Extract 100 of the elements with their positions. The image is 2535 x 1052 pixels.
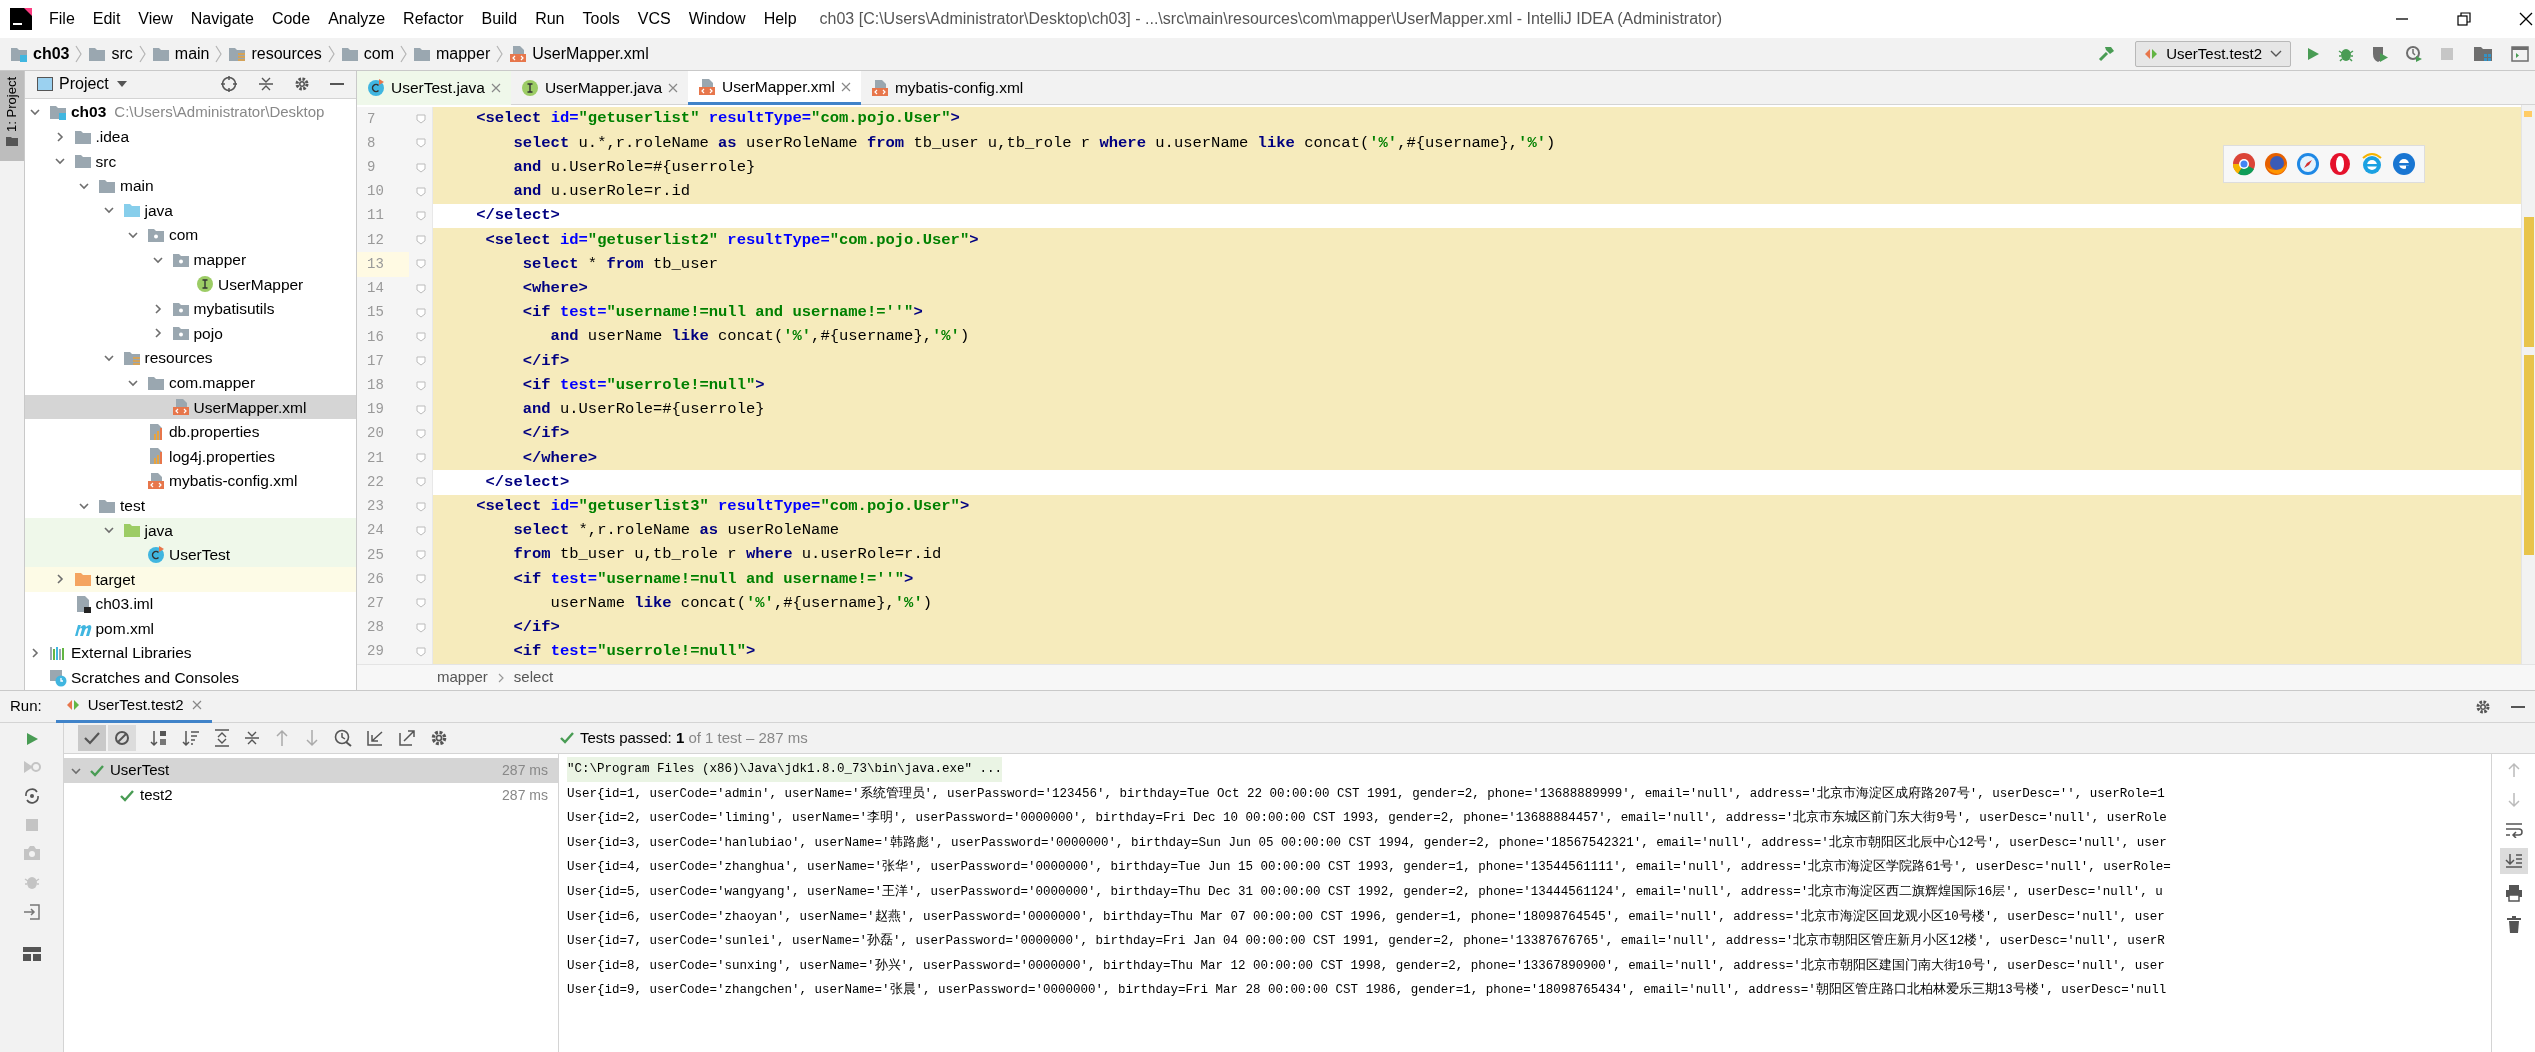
tree-item[interactable]: src [25, 148, 356, 174]
run-icon[interactable] [2305, 46, 2321, 62]
fold-marker-icon[interactable] [415, 332, 426, 343]
breadcrumb-item[interactable]: ch03 [33, 42, 70, 66]
fold-marker-icon[interactable] [415, 259, 426, 270]
tree-item[interactable]: log4j.properties [25, 444, 356, 469]
print-icon[interactable] [2504, 884, 2523, 902]
tree-item[interactable]: pojo [25, 321, 356, 346]
editor-tab[interactable]: mybatis-config.xml [860, 71, 1034, 105]
import-icon[interactable] [366, 729, 384, 747]
fold-marker-icon[interactable] [415, 211, 426, 221]
breadcrumb-item[interactable]: mapper [437, 666, 488, 689]
exit-icon[interactable] [22, 903, 41, 921]
menu-item[interactable]: VCS [628, 7, 680, 31]
tree-item[interactable]: java [25, 517, 356, 543]
run-tab[interactable]: UserTest.test2 [55, 690, 212, 723]
expanded-chevron-icon[interactable] [102, 352, 115, 364]
menu-item[interactable]: Run [526, 7, 574, 31]
locate-icon[interactable] [220, 75, 238, 94]
tree-item[interactable]: pom.xml [25, 616, 356, 641]
fold-marker-icon[interactable] [415, 646, 426, 657]
export-icon[interactable] [398, 729, 416, 747]
menu-item[interactable]: Window [679, 7, 755, 31]
browser-icon[interactable] [2296, 152, 2320, 176]
fold-marker-icon[interactable] [415, 380, 426, 391]
breadcrumb-item[interactable]: mapper [435, 42, 491, 66]
fold-marker-icon[interactable] [415, 598, 426, 609]
fold-marker-icon[interactable] [415, 114, 426, 125]
browser-icon[interactable] [2392, 152, 2416, 176]
scroll-to-end-toggle[interactable] [2499, 848, 2528, 874]
coverage-icon[interactable] [2371, 45, 2389, 63]
menu-item[interactable]: View [129, 7, 182, 31]
tree-item[interactable]: com [25, 222, 356, 248]
toggle-auto-test-icon[interactable] [22, 787, 41, 805]
project-tool-window-button[interactable]: 1: Project [0, 71, 24, 161]
collapse-all-icon[interactable] [244, 729, 260, 747]
menu-item[interactable]: Build [472, 7, 527, 31]
project-structure-icon[interactable] [2473, 45, 2493, 63]
history-icon[interactable] [334, 729, 352, 747]
tree-item[interactable]: External Libraries [25, 640, 356, 666]
trash-icon[interactable] [2505, 916, 2522, 934]
fold-marker-icon[interactable] [415, 356, 426, 367]
terminal-window-icon[interactable] [2511, 46, 2529, 62]
tree-item[interactable]: main [25, 173, 356, 199]
sort-by-duration-icon[interactable] [182, 729, 200, 747]
fold-marker-icon[interactable] [415, 501, 426, 512]
menu-item[interactable]: Refactor [394, 7, 473, 31]
breadcrumb-item[interactable]: resources [251, 42, 322, 66]
sort-alphabetically-icon[interactable] [150, 729, 168, 747]
browser-icon[interactable] [2360, 152, 2384, 176]
restore-icon[interactable] [2457, 12, 2471, 26]
menu-item[interactable]: Navigate [181, 7, 263, 31]
fold-marker-icon[interactable] [415, 428, 426, 439]
tree-item[interactable]: ch03 C:\Users\Administrator\Desktop [25, 99, 356, 125]
breadcrumb-item[interactable]: select [513, 666, 554, 689]
fold-marker-icon[interactable] [415, 477, 426, 488]
show-ignored-toggle[interactable] [108, 725, 136, 751]
settings-icon[interactable] [294, 76, 310, 93]
fold-marker-icon[interactable] [415, 307, 426, 318]
tree-item[interactable]: ch03.iml [25, 591, 356, 617]
fold-marker-icon[interactable] [415, 404, 426, 415]
menu-item[interactable]: Code [262, 7, 320, 31]
fold-marker-icon[interactable] [415, 186, 426, 197]
menu-item[interactable]: Analyze [319, 7, 395, 31]
fold-marker-icon[interactable] [415, 574, 426, 585]
fold-marker-icon[interactable] [415, 235, 426, 246]
show-passed-toggle[interactable] [78, 725, 106, 751]
fold-marker-icon[interactable] [415, 622, 426, 633]
fold-marker-icon[interactable] [415, 162, 426, 173]
breadcrumb-item[interactable]: src [111, 42, 133, 66]
menu-item[interactable]: Tools [573, 7, 629, 31]
tree-item[interactable]: mybatis-config.xml [25, 468, 356, 494]
editor-tab[interactable]: UserMapper.xml [688, 71, 861, 105]
test-tree-item[interactable]: UserTest 287 ms [64, 758, 558, 783]
tree-item[interactable]: test [25, 493, 356, 518]
tree-item[interactable]: resources [25, 345, 356, 371]
menu-item[interactable]: Help [754, 7, 806, 31]
tree-item[interactable]: java [25, 198, 356, 223]
menu-item[interactable]: File [40, 7, 84, 31]
editor-tab[interactable]: UserMapper.java [510, 71, 689, 105]
editor-tab[interactable]: UserTest.java [357, 71, 511, 105]
tree-item[interactable]: UserTest [25, 542, 356, 568]
settings-icon[interactable] [2475, 698, 2491, 715]
fold-marker-icon[interactable] [415, 138, 426, 149]
fold-marker-icon[interactable] [415, 283, 426, 294]
tree-item[interactable]: mybatisutils [25, 296, 356, 322]
tree-item[interactable]: com.mapper [25, 370, 356, 395]
breadcrumb-item[interactable]: main [174, 42, 210, 66]
tree-item[interactable]: Scratches and Consoles [25, 665, 356, 690]
tree-item[interactable]: target [25, 567, 356, 592]
profiler-icon[interactable] [2405, 45, 2423, 63]
tree-item[interactable]: db.properties [25, 419, 356, 445]
menu-item[interactable]: Edit [83, 7, 130, 31]
browser-icon[interactable] [2264, 152, 2288, 176]
fold-marker-icon[interactable] [415, 453, 426, 464]
tree-item[interactable]: mapper [25, 247, 356, 272]
settings-icon[interactable] [430, 729, 448, 747]
browser-icon[interactable] [2328, 152, 2352, 176]
project-view-dropdown[interactable]: Project [59, 72, 127, 97]
tree-item[interactable]: .idea [25, 124, 356, 149]
